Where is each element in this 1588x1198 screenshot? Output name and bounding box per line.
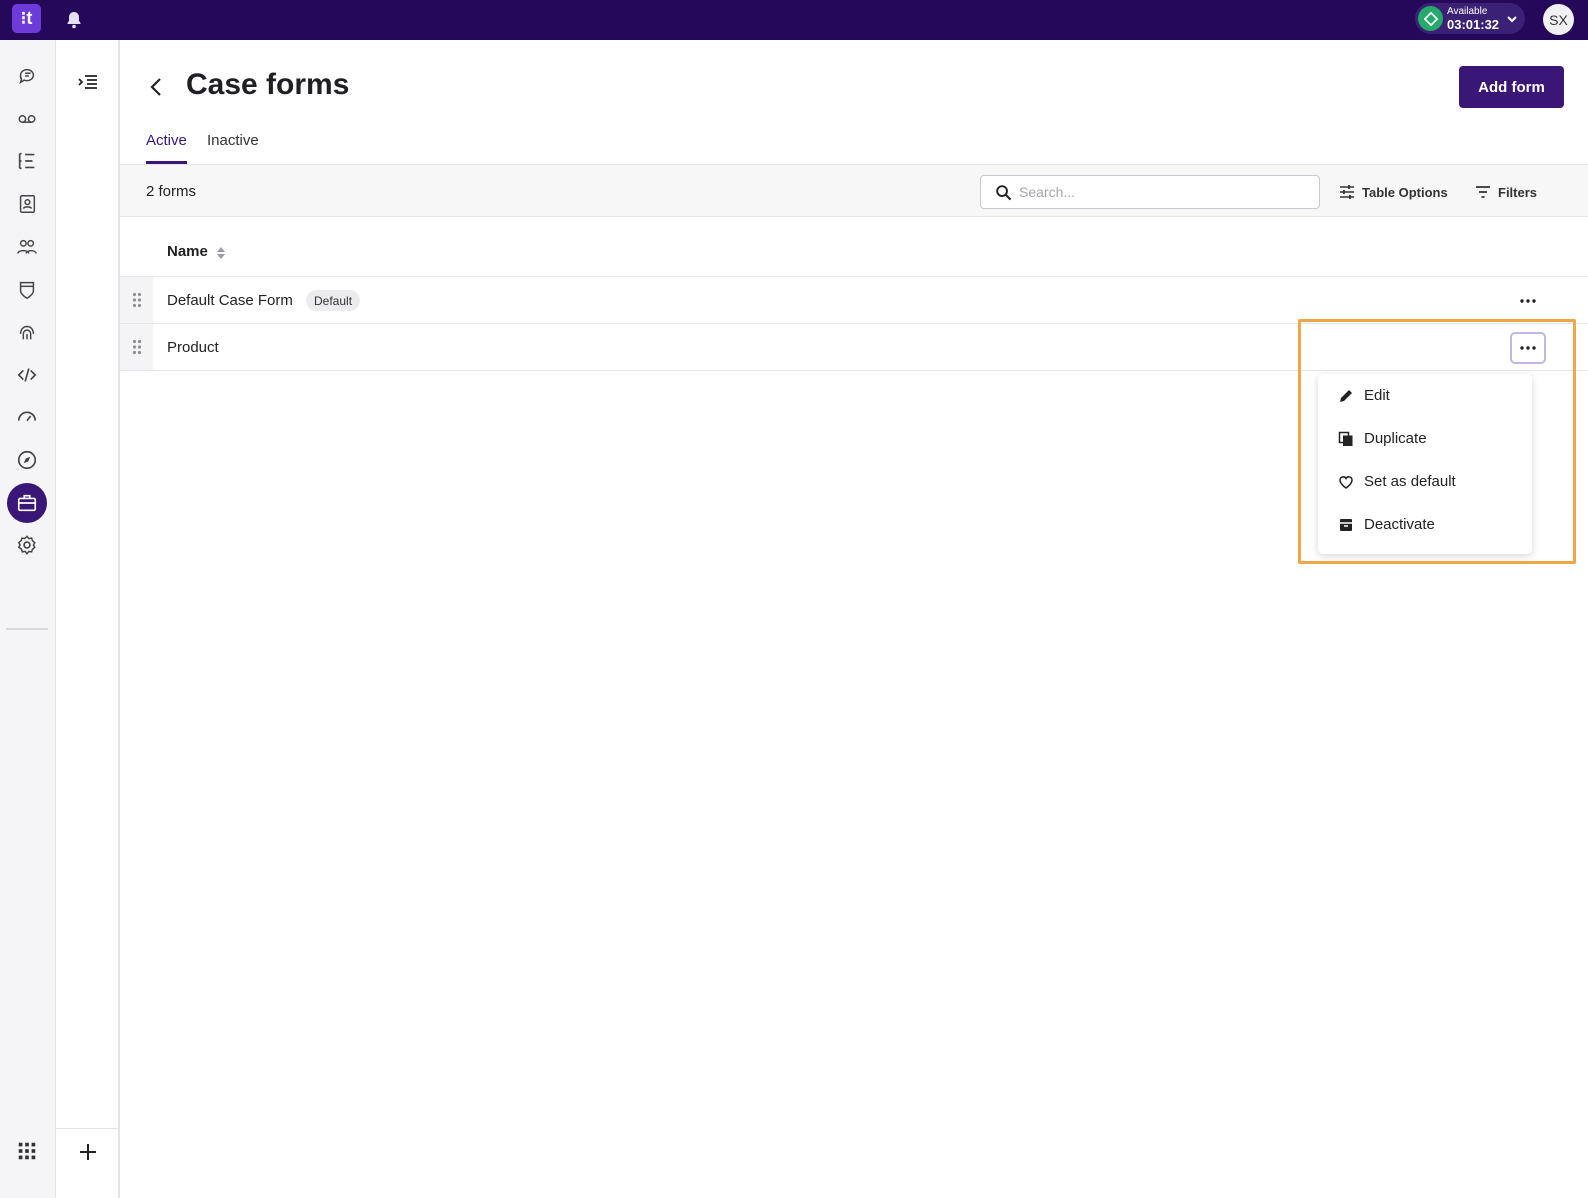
add-form-button[interactable]: Add form <box>1459 66 1564 108</box>
collapse-menu-icon[interactable] <box>77 71 99 93</box>
chat-icon[interactable] <box>12 61 42 91</box>
fingerprint-icon[interactable] <box>12 317 42 347</box>
subnav-divider <box>56 1128 118 1129</box>
main-content: Case forms Add form Active Inactive 2 fo… <box>120 40 1588 1198</box>
tab-active[interactable]: Active <box>146 132 187 164</box>
menu-item-label: Edit <box>1364 387 1390 404</box>
left-rail <box>0 40 56 1198</box>
shield-icon[interactable] <box>12 275 42 305</box>
menu-item-label: Set as default <box>1364 473 1456 490</box>
more-actions-button[interactable] <box>1510 332 1546 364</box>
status-timer: 03:01:32 <box>1447 17 1500 32</box>
menu-item-duplicate[interactable]: Duplicate <box>1318 417 1532 460</box>
menu-item-deactivate[interactable]: Deactivate <box>1318 503 1532 546</box>
search-icon <box>995 184 1012 201</box>
search-input[interactable] <box>1019 181 1309 203</box>
column-header-name[interactable]: Name <box>167 243 208 260</box>
voicemail-icon[interactable] <box>12 104 42 134</box>
table-header: Name <box>120 217 1588 277</box>
ellipsis-icon <box>1520 346 1536 350</box>
back-arrow-icon[interactable] <box>146 76 168 98</box>
table-row[interactable]: Product <box>120 324 1588 371</box>
menu-item-label: Duplicate <box>1364 430 1427 447</box>
secondary-nav <box>56 40 120 1198</box>
archive-icon <box>1340 518 1352 531</box>
filter-icon <box>1476 186 1490 198</box>
menu-item-edit[interactable]: Edit <box>1318 374 1532 417</box>
status-diamond-icon <box>1418 6 1443 31</box>
rail-divider <box>6 628 48 630</box>
drag-handle-icon[interactable] <box>120 277 153 323</box>
page-title: Case forms <box>186 68 350 101</box>
apps-grid-icon[interactable] <box>12 1136 42 1166</box>
drag-handle-icon[interactable] <box>120 324 153 370</box>
team-icon[interactable] <box>12 232 42 262</box>
top-bar: ⁝t Available 03:01:32 SX <box>0 0 1588 40</box>
sort-icon[interactable] <box>216 246 226 260</box>
form-name[interactable]: Product <box>167 339 219 356</box>
form-count: 2 forms <box>146 183 197 200</box>
table-row[interactable]: Default Case Form Default <box>120 277 1588 324</box>
gauge-icon[interactable] <box>12 401 42 431</box>
plus-icon[interactable] <box>77 1141 99 1163</box>
compass-icon[interactable] <box>12 445 42 475</box>
search-box[interactable] <box>980 175 1320 209</box>
table-options-label: Table Options <box>1362 184 1448 200</box>
sliders-icon <box>1340 185 1354 199</box>
more-actions-button[interactable] <box>1510 285 1546 317</box>
code-icon[interactable] <box>12 360 42 390</box>
copy-icon <box>1338 431 1353 446</box>
app-logo[interactable]: ⁝t <box>12 4 41 33</box>
form-name[interactable]: Default Case Form <box>167 292 293 309</box>
availability-status[interactable]: Available 03:01:32 <box>1415 3 1525 34</box>
menu-item-set-default[interactable]: Set as default <box>1318 460 1532 503</box>
status-label: Available <box>1447 6 1488 17</box>
tab-inactive[interactable]: Inactive <box>207 132 259 164</box>
contacts-icon[interactable] <box>12 189 42 219</box>
briefcase-icon[interactable] <box>7 483 47 523</box>
table-options-button[interactable]: Table Options <box>1338 181 1448 203</box>
pencil-icon <box>1340 389 1352 402</box>
chevron-down-icon[interactable] <box>1505 12 1519 26</box>
avatar[interactable]: SX <box>1543 4 1574 35</box>
filters-label: Filters <box>1498 184 1538 200</box>
heart-icon <box>1339 475 1353 489</box>
default-badge: Default <box>306 290 361 311</box>
row-actions-menu: Edit Duplicate Set as default Deactivate <box>1318 374 1532 554</box>
gear-icon[interactable] <box>12 530 42 560</box>
menu-item-label: Deactivate <box>1364 516 1435 533</box>
bell-icon[interactable] <box>64 10 84 30</box>
ellipsis-icon <box>1520 299 1536 303</box>
filters-button[interactable]: Filters <box>1474 181 1537 203</box>
list-icon[interactable] <box>12 146 42 176</box>
table-toolbar: 2 forms Table Options Filters <box>120 164 1588 217</box>
